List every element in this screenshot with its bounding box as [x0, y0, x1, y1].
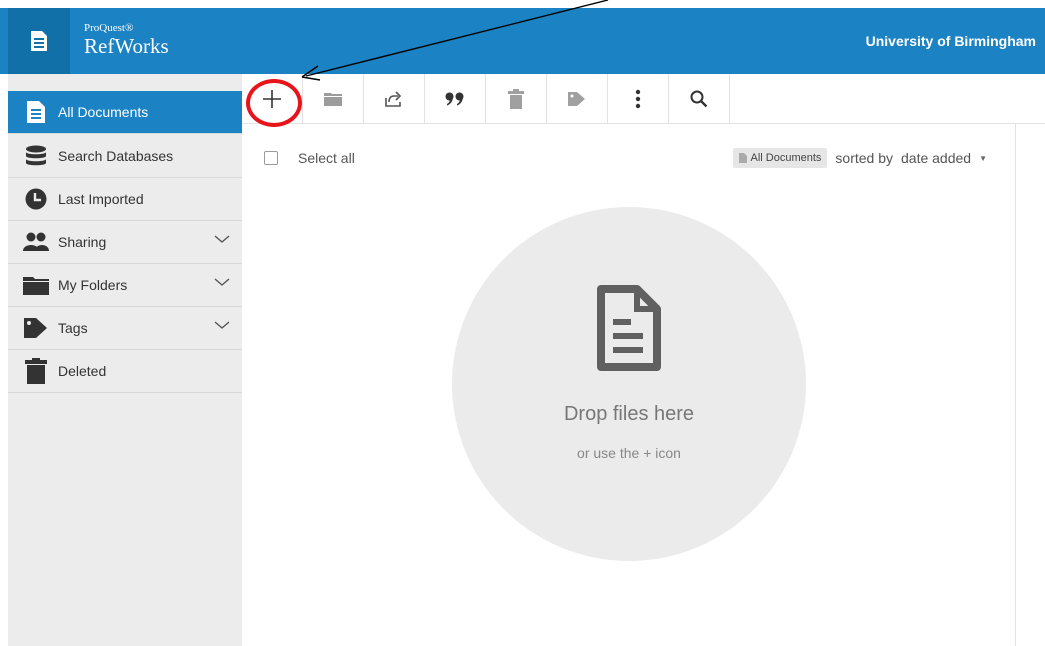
share-icon	[385, 90, 402, 107]
folder-button[interactable]	[303, 74, 364, 124]
quote-icon	[445, 92, 464, 105]
app-header: ProQuest® RefWorks University of Birming…	[0, 8, 1045, 74]
sidebar-item-search-databases[interactable]: Search Databases	[8, 135, 242, 178]
brand-proquest: ProQuest®	[84, 22, 134, 34]
drop-zone-title: Drop files here	[563, 403, 695, 425]
select-all-checkbox[interactable]	[264, 151, 278, 165]
sidebar-item-deleted[interactable]: Deleted	[8, 350, 242, 393]
brand: ProQuest® RefWorks	[84, 22, 169, 58]
document-icon	[597, 285, 661, 371]
chevron-down-icon[interactable]	[214, 320, 230, 330]
more-options-button[interactable]	[608, 74, 669, 124]
people-icon	[22, 228, 50, 256]
drop-zone-subtitle: or use the + icon	[577, 445, 681, 461]
sidebar-item-my-folders[interactable]: My Folders	[8, 264, 242, 307]
tag-button[interactable]	[547, 74, 608, 124]
brand-refworks: RefWorks	[84, 34, 169, 58]
sidebar-item-tags[interactable]: Tags	[8, 307, 242, 350]
search-button[interactable]	[669, 74, 730, 124]
folder-icon	[22, 271, 50, 299]
select-all-row: Select all	[264, 150, 355, 166]
file-drop-zone[interactable]: Drop files here or use the + icon	[452, 207, 806, 561]
tag-icon	[568, 91, 585, 106]
delete-button[interactable]	[486, 74, 547, 124]
cite-button[interactable]	[425, 74, 486, 124]
sidebar-item-label: Deleted	[58, 363, 107, 379]
tag-icon	[22, 314, 50, 342]
search-icon	[690, 90, 708, 107]
sidebar: All Documents Search Databases Last Impo…	[8, 74, 242, 646]
document-icon	[739, 153, 748, 163]
select-all-label[interactable]: Select all	[298, 150, 355, 166]
clock-icon	[22, 185, 50, 213]
toolbar	[242, 74, 730, 124]
folder-icon	[324, 92, 342, 106]
sidebar-item-label: My Folders	[58, 277, 128, 293]
sidebar-item-label: Tags	[58, 320, 88, 336]
sidebar-item-label: Sharing	[58, 234, 107, 250]
sidebar-item-label: Last Imported	[58, 191, 144, 207]
toolbar-divider	[727, 123, 1045, 124]
trash-icon	[22, 357, 50, 385]
sidebar-item-label: Search Databases	[58, 148, 174, 164]
sidebar-item-all-documents[interactable]: All Documents	[8, 91, 242, 134]
view-chip-label: All Documents	[750, 152, 822, 164]
sidebar-item-label: All Documents	[58, 104, 149, 120]
sidebar-item-sharing[interactable]: Sharing	[8, 221, 242, 264]
document-icon	[22, 98, 50, 126]
view-chip: All Documents	[733, 148, 828, 168]
more-icon	[635, 89, 641, 108]
chevron-down-icon[interactable]	[214, 277, 230, 287]
sorted-by-label: sorted by	[835, 150, 893, 166]
database-icon	[22, 142, 50, 170]
sort-row: All Documents sorted by date added ▼	[733, 148, 987, 168]
caret-down-icon[interactable]: ▼	[979, 154, 987, 163]
annotation-ring	[246, 79, 302, 127]
app-logo[interactable]	[8, 8, 70, 74]
details-pane-divider	[1015, 124, 1016, 646]
institution-name[interactable]: University of Birmingham	[866, 33, 1036, 49]
sidebar-item-last-imported[interactable]: Last Imported	[8, 178, 242, 221]
share-button[interactable]	[364, 74, 425, 124]
trash-icon	[508, 88, 524, 109]
chevron-down-icon[interactable]	[214, 234, 230, 244]
document-icon	[31, 31, 47, 51]
sort-select[interactable]: date added	[901, 150, 971, 166]
